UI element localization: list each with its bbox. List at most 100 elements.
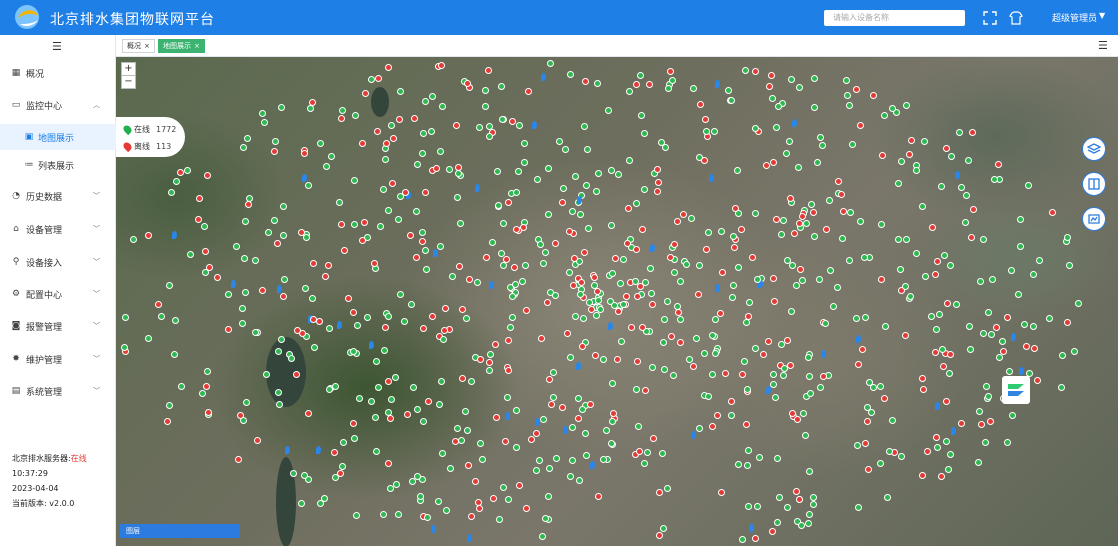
tab-overview[interactable]: 概况 × — [122, 39, 155, 53]
online-device-marker[interactable] — [129, 235, 137, 243]
online-device-marker[interactable] — [409, 383, 417, 391]
online-device-marker[interactable] — [661, 366, 669, 374]
online-device-marker[interactable] — [640, 186, 648, 194]
online-device-marker[interactable] — [494, 201, 502, 209]
offline-device-marker[interactable] — [359, 140, 366, 148]
online-device-marker[interactable] — [488, 238, 496, 246]
device-pin-marker[interactable] — [1010, 333, 1016, 342]
sidebar-item-list-view[interactable]: ≔ 列表展示 — [0, 152, 116, 178]
online-device-marker[interactable] — [338, 462, 346, 470]
device-pin-marker[interactable] — [466, 533, 472, 542]
online-device-marker[interactable] — [906, 292, 914, 300]
device-pin-marker[interactable] — [951, 426, 957, 435]
zoom-out-button[interactable]: − — [121, 75, 136, 89]
online-device-marker[interactable] — [242, 218, 250, 226]
online-device-marker[interactable] — [659, 524, 667, 532]
sidebar-item-alarm[interactable]: ◙ 报警管理 ﹀ — [0, 313, 116, 339]
online-device-marker[interactable] — [166, 402, 174, 409]
online-device-marker[interactable] — [745, 298, 753, 306]
online-device-marker[interactable] — [499, 484, 507, 492]
offline-device-marker[interactable] — [920, 386, 928, 394]
online-device-marker[interactable] — [258, 109, 266, 117]
online-device-marker[interactable] — [877, 383, 885, 391]
offline-device-marker[interactable] — [654, 188, 662, 196]
online-device-marker[interactable] — [486, 366, 493, 374]
offline-device-marker[interactable] — [760, 351, 768, 359]
offline-device-marker[interactable] — [305, 409, 313, 417]
online-device-marker[interactable] — [434, 497, 442, 505]
online-device-marker[interactable] — [252, 256, 260, 264]
online-device-marker[interactable] — [350, 176, 358, 184]
offline-device-marker[interactable] — [493, 414, 501, 422]
offline-device-marker[interactable] — [676, 338, 684, 346]
offline-device-marker[interactable] — [612, 255, 620, 262]
sidebar-item-system[interactable]: ▤ 系统管理 ﹀ — [0, 378, 116, 404]
online-device-marker[interactable] — [165, 282, 173, 290]
online-device-marker[interactable] — [373, 358, 381, 366]
online-device-marker[interactable] — [802, 432, 810, 440]
offline-device-marker[interactable] — [459, 375, 467, 382]
online-device-marker[interactable] — [609, 269, 617, 277]
online-device-marker[interactable] — [482, 87, 490, 94]
online-device-marker[interactable] — [834, 283, 842, 291]
offline-device-marker[interactable] — [577, 278, 585, 286]
online-device-marker[interactable] — [690, 84, 698, 92]
online-device-marker[interactable] — [611, 301, 619, 309]
online-device-marker[interactable] — [392, 480, 400, 488]
offline-device-marker[interactable] — [969, 205, 977, 213]
offline-device-marker[interactable] — [784, 336, 792, 344]
online-device-marker[interactable] — [578, 406, 586, 413]
offline-device-marker[interactable] — [794, 416, 801, 424]
online-device-marker[interactable] — [728, 411, 735, 419]
online-device-marker[interactable] — [617, 280, 625, 288]
online-device-marker[interactable] — [827, 267, 835, 275]
offline-device-marker[interactable] — [674, 309, 682, 316]
online-device-marker[interactable] — [568, 456, 576, 464]
offline-device-marker[interactable] — [155, 300, 163, 308]
online-device-marker[interactable] — [261, 118, 269, 126]
offline-device-marker[interactable] — [437, 62, 445, 69]
offline-device-marker[interactable] — [770, 298, 778, 306]
online-device-marker[interactable] — [955, 129, 963, 137]
offline-device-marker[interactable] — [203, 171, 211, 179]
online-device-marker[interactable] — [454, 194, 462, 201]
offline-device-marker[interactable] — [769, 527, 776, 535]
layer-panel-button[interactable]: 图层 — [120, 524, 240, 538]
online-device-marker[interactable] — [204, 367, 212, 375]
offline-device-marker[interactable] — [548, 400, 556, 408]
online-device-marker[interactable] — [120, 344, 128, 352]
online-device-marker[interactable] — [446, 465, 454, 473]
offline-device-marker[interactable] — [879, 151, 887, 159]
device-pin-marker[interactable] — [531, 121, 537, 130]
online-device-marker[interactable] — [661, 144, 669, 152]
online-device-marker[interactable] — [752, 344, 760, 352]
online-device-marker[interactable] — [979, 235, 987, 243]
online-device-marker[interactable] — [607, 166, 615, 174]
online-device-marker[interactable] — [869, 384, 877, 392]
online-device-marker[interactable] — [305, 181, 313, 189]
online-device-marker[interactable] — [1016, 242, 1024, 250]
online-device-marker[interactable] — [242, 288, 250, 296]
offline-device-marker[interactable] — [690, 363, 698, 371]
online-device-marker[interactable] — [804, 353, 812, 361]
online-device-marker[interactable] — [384, 408, 392, 416]
online-device-marker[interactable] — [632, 200, 640, 208]
offline-device-marker[interactable] — [649, 434, 657, 442]
offline-device-marker[interactable] — [655, 531, 663, 539]
online-device-marker[interactable] — [783, 149, 791, 157]
offline-device-marker[interactable] — [795, 219, 803, 227]
online-device-marker[interactable] — [974, 459, 982, 467]
offline-device-marker[interactable] — [309, 260, 317, 268]
offline-device-marker[interactable] — [939, 362, 947, 370]
online-device-marker[interactable] — [513, 189, 521, 196]
online-device-marker[interactable] — [566, 268, 574, 276]
layers-tool-button[interactable] — [1082, 137, 1106, 161]
online-device-marker[interactable] — [520, 140, 528, 148]
sidebar-item-map-view[interactable]: ▣ 地图展示 — [0, 124, 116, 150]
online-device-marker[interactable] — [977, 277, 985, 285]
online-device-marker[interactable] — [810, 500, 818, 508]
offline-device-marker[interactable] — [504, 336, 512, 344]
offline-device-marker[interactable] — [792, 487, 800, 495]
online-device-marker[interactable] — [544, 493, 552, 501]
online-device-marker[interactable] — [1030, 323, 1038, 331]
